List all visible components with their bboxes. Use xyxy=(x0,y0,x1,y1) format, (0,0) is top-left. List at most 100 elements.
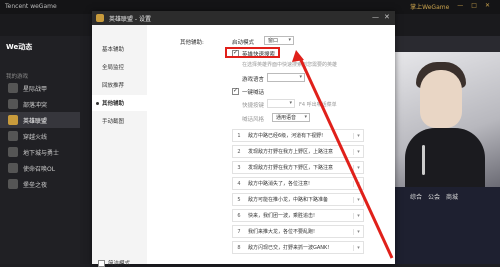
nav-item-replay[interactable]: 回放推荐 xyxy=(92,77,147,93)
sidebar-item-game[interactable]: 堡垒之夜 xyxy=(0,176,80,192)
maximize-icon[interactable]: □ xyxy=(471,2,477,11)
message-text: 敌方中路消失了，各位注意! xyxy=(248,181,311,187)
minimize-icon[interactable]: — xyxy=(372,13,379,21)
sidebar-item-game[interactable]: 星际战甲 xyxy=(0,80,80,96)
sidebar-item-game[interactable]: 英雄联盟 xyxy=(0,112,80,128)
message-text: 敌方中路已经6级，河道有下视野! xyxy=(248,133,324,139)
message-row[interactable]: 2 发现敌方打野在我方上野区，上路注意 ▾ xyxy=(232,145,364,158)
sidebar-header[interactable]: We动态 xyxy=(6,42,32,52)
row-number: 1 xyxy=(237,132,241,139)
tab-guild[interactable]: 公会 xyxy=(428,192,440,201)
tab-shop[interactable]: 商城 xyxy=(446,192,458,201)
lol-logo-icon xyxy=(96,14,104,22)
chevron-down-icon[interactable]: ▾ xyxy=(353,196,363,203)
message-text: 快来，我们团一波，乘胜追击! xyxy=(248,213,316,219)
message-text: 敌方闪现已交，打野来抓一波GANK! xyxy=(248,245,330,251)
active-dot-icon xyxy=(96,101,99,105)
nav-item-basic[interactable]: 基本辅助 xyxy=(92,41,147,57)
hero-face xyxy=(420,70,462,128)
sidebar-item-label: 部落冲突 xyxy=(23,101,48,109)
hotkey-hint: F4 呼出喊话菜单 xyxy=(299,102,337,108)
sidebar-item-game[interactable]: 地下城与勇士 xyxy=(0,144,80,160)
message-row[interactable]: 5 敌方可能在推小龙，中路和下路准备 ▾ xyxy=(232,193,364,206)
game-thumb-icon xyxy=(8,163,18,173)
simple-mode-label: 简洁模式 xyxy=(108,261,131,267)
game-thumb-icon xyxy=(8,99,18,109)
highlight-box xyxy=(225,47,280,58)
chevron-down-icon[interactable]: ▾ xyxy=(353,244,363,251)
hotkey-select[interactable] xyxy=(267,99,295,108)
nav-item-screenshot[interactable]: 手动截图 xyxy=(92,113,147,129)
app-brand: Tencent weGame xyxy=(5,3,57,10)
message-text: 敌方可能在推小龙，中路和下路准备 xyxy=(248,197,329,203)
launch-mode-select[interactable]: 窗口 xyxy=(264,36,294,45)
message-text: 发现敌方打野在我方下野区，下路注意 xyxy=(248,165,334,171)
minimize-icon[interactable]: — xyxy=(457,2,463,11)
message-row[interactable]: 3 发现敌方打野在我方下野区，下路注意 ▾ xyxy=(232,161,364,174)
sidebar-item-label: 英雄联盟 xyxy=(23,117,48,125)
sidebar-item-game[interactable]: 使命召唤OL xyxy=(0,160,80,176)
one-key-msg-checkbox[interactable] xyxy=(232,87,239,95)
hotkey-label: 快捷按键 xyxy=(242,103,265,109)
row-number: 8 xyxy=(237,244,241,251)
game-thumb-icon xyxy=(8,131,18,141)
tone-value: 通用语音 xyxy=(276,115,297,121)
row-number: 2 xyxy=(237,148,241,155)
sidebar-section-title: 我的游戏 xyxy=(6,74,29,80)
launch-mode-label: 启动模式 xyxy=(232,40,255,46)
game-language-select[interactable] xyxy=(267,73,305,82)
row-number: 7 xyxy=(237,228,241,235)
simple-mode-checkbox[interactable] xyxy=(98,259,105,267)
tab-general[interactable]: 综合 xyxy=(410,192,422,201)
user-label[interactable]: 掌上WeGame xyxy=(410,2,449,11)
sidebar-item-label: 使命召唤OL xyxy=(23,165,56,173)
right-tabs: 综合 公会 商城 xyxy=(410,192,458,201)
chevron-down-icon[interactable]: ▾ xyxy=(353,164,363,171)
game-thumb-icon xyxy=(8,179,18,189)
chevron-down-icon[interactable]: ▾ xyxy=(353,132,363,139)
nav-item-label: 其他辅助 xyxy=(102,101,125,107)
dialog-title: 英雄联盟 - 设置 xyxy=(109,16,151,23)
sidebar-item-label: 堡垒之夜 xyxy=(23,181,48,189)
one-key-msg-label: 一键喊话 xyxy=(242,90,265,96)
message-row[interactable]: 4 敌方中路消失了，各位注意! ▾ xyxy=(232,177,364,190)
game-thumb-icon xyxy=(8,83,18,93)
section-label: 其他辅助: xyxy=(180,40,204,46)
sidebar-item-label: 星际战甲 xyxy=(23,85,48,93)
sidebar-item-game[interactable]: 部落冲突 xyxy=(0,96,80,112)
game-language-label: 游戏语言 xyxy=(242,77,265,83)
chevron-down-icon[interactable]: ▾ xyxy=(353,212,363,219)
game-thumb-icon xyxy=(8,115,18,125)
nav-item-other[interactable]: 其他辅助 xyxy=(92,95,147,111)
chevron-down-icon[interactable]: ▾ xyxy=(353,228,363,235)
chevron-down-icon[interactable]: ▾ xyxy=(353,148,363,155)
tone-select[interactable]: 通用语音 xyxy=(272,113,310,122)
dialog-titlebar: 英雄联盟 - 设置 — ✕ xyxy=(92,11,395,25)
scrollbar[interactable] xyxy=(422,145,425,175)
nav-item-monitor[interactable]: 全局监控 xyxy=(92,59,147,75)
game-thumb-icon xyxy=(8,147,18,157)
settings-nav: 基本辅助 全局监控 回放推荐 其他辅助 手动截图 简洁模式 xyxy=(92,25,147,267)
message-text: 发现敌方打野在我方上野区，上路注意 xyxy=(248,149,334,155)
settings-content: 其他辅助: 启动模式 窗口 英雄快速搜索 在选择英雄界面中快速搜索到您需要的英雄… xyxy=(147,25,425,264)
tone-label: 喊话风格 xyxy=(242,117,265,123)
message-row[interactable]: 1 敌方中路已经6级，河道有下视野! ▾ xyxy=(232,129,364,142)
message-row[interactable]: 7 我们来推大龙，各位不要乱跑! ▾ xyxy=(232,225,364,238)
close-icon[interactable]: ✕ xyxy=(485,2,490,11)
hero-body xyxy=(405,128,485,188)
message-text: 我们来推大龙，各位不要乱跑! xyxy=(248,229,316,235)
close-icon[interactable]: ✕ xyxy=(384,13,390,21)
sidebar: We动态 我的游戏 星际战甲 部落冲突 英雄联盟 穿越火线 地下城与勇士 使命召… xyxy=(0,36,80,264)
launch-mode-value: 窗口 xyxy=(268,38,279,44)
row-number: 5 xyxy=(237,196,241,203)
chevron-down-icon[interactable]: ▾ xyxy=(353,180,363,187)
row-number: 6 xyxy=(237,212,241,219)
message-row[interactable]: 8 敌方闪现已交，打野来抓一波GANK! ▾ xyxy=(232,241,364,254)
simple-mode-toggle[interactable]: 简洁模式 xyxy=(98,259,130,267)
quick-search-hint: 在选择英雄界面中快速搜索到您需要的英雄 xyxy=(242,62,338,68)
sidebar-item-game[interactable]: 穿越火线 xyxy=(0,128,80,144)
row-number: 4 xyxy=(237,180,241,187)
sidebar-item-label: 穿越火线 xyxy=(23,133,48,141)
message-row[interactable]: 6 快来，我们团一波，乘胜追击! ▾ xyxy=(232,209,364,222)
sidebar-item-label: 地下城与勇士 xyxy=(23,149,60,157)
